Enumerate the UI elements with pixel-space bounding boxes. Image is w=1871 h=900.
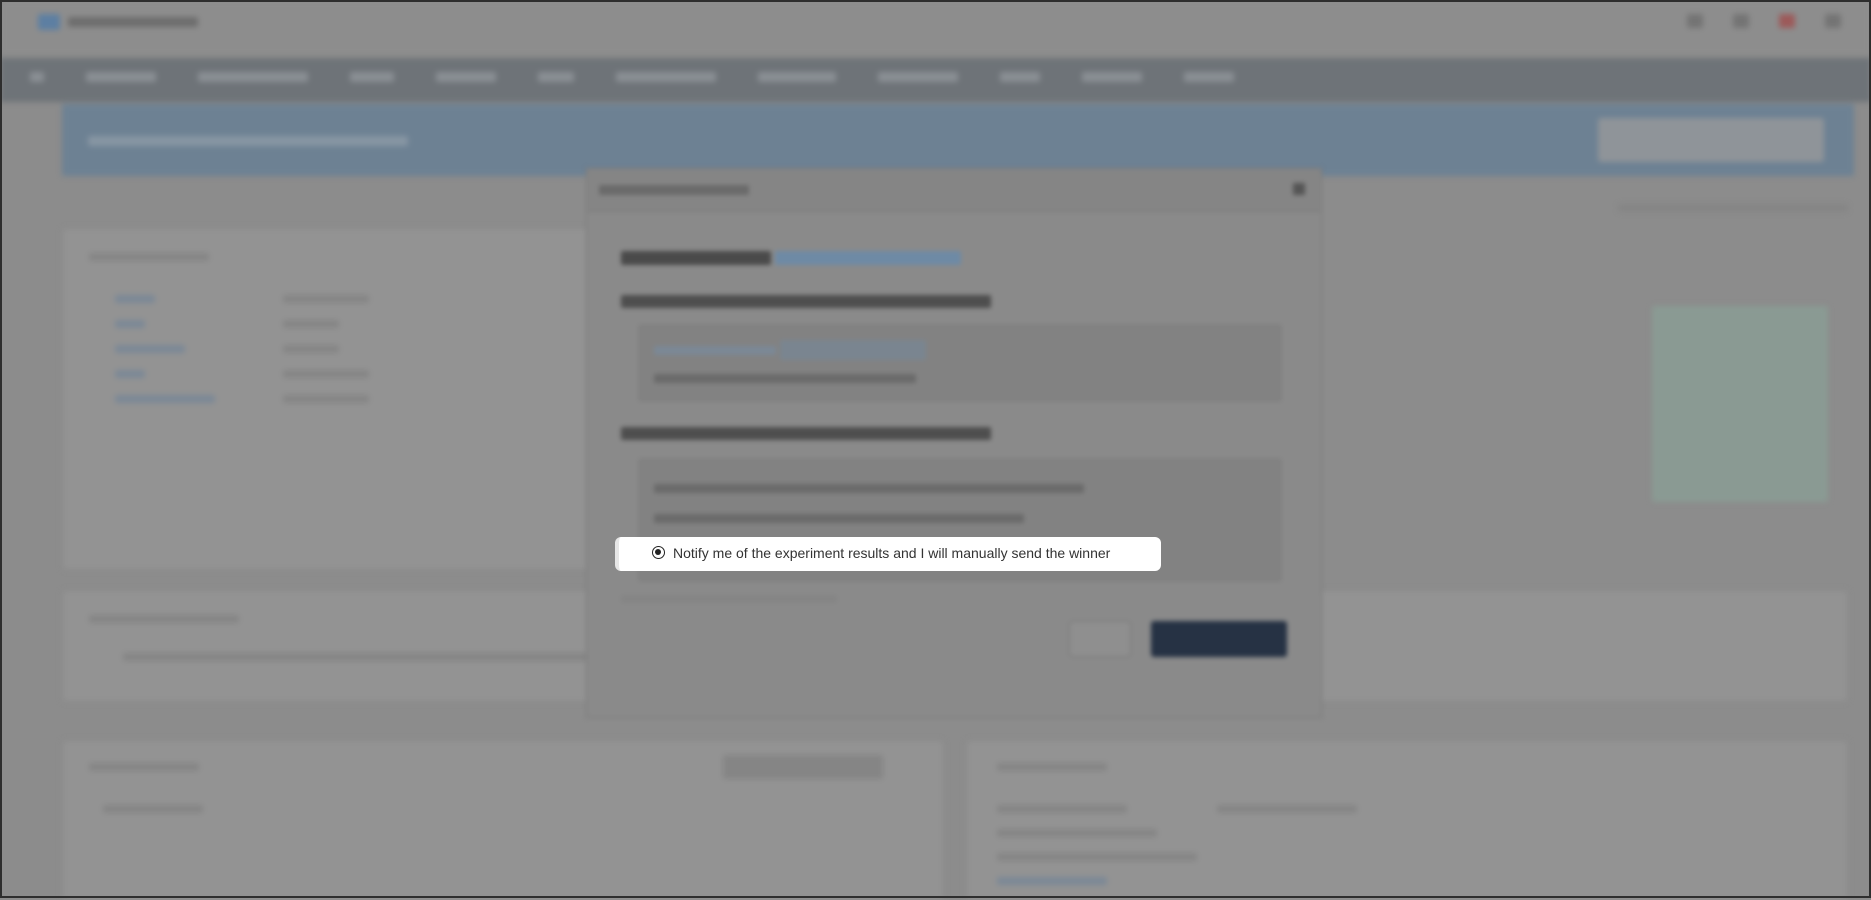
menu-icon xyxy=(1825,14,1841,28)
notify-manual-winner-option[interactable]: Notify me of the experiment results and … xyxy=(615,537,1161,571)
search-icon xyxy=(1687,14,1703,28)
nav-item xyxy=(538,72,574,82)
timezone-note xyxy=(621,595,837,603)
nav-item xyxy=(1184,72,1234,82)
help-icon xyxy=(1733,14,1749,28)
cancel-button[interactable] xyxy=(1069,621,1131,657)
last-updated-text xyxy=(1618,204,1848,212)
notify-manual-winner-label: Notify me of the experiment results and … xyxy=(673,545,1111,561)
experiment-name-link xyxy=(775,251,961,265)
nav-item xyxy=(878,72,958,82)
radio-button-selected-icon[interactable] xyxy=(652,546,665,559)
logo xyxy=(38,12,208,32)
info-banner xyxy=(62,104,1854,176)
details-card xyxy=(62,228,594,570)
step-1-box xyxy=(639,325,1281,401)
header-icons xyxy=(1687,14,1841,28)
nav-item xyxy=(758,72,836,82)
nav-item xyxy=(1082,72,1142,82)
top-header xyxy=(0,0,1871,56)
nav-item xyxy=(616,72,716,82)
close-icon[interactable] xyxy=(1293,183,1305,195)
nav-item xyxy=(198,72,308,82)
modal-header xyxy=(587,169,1321,212)
banner-button xyxy=(1598,118,1824,162)
schedule-experiment-modal xyxy=(586,168,1322,718)
nav-item xyxy=(86,72,156,82)
nav-item xyxy=(350,72,394,82)
step-2-heading xyxy=(621,427,991,440)
main-navigation xyxy=(0,58,1871,102)
home-icon xyxy=(30,72,44,82)
recipients-card xyxy=(62,740,944,900)
nav-item xyxy=(1000,72,1040,82)
stats-card xyxy=(966,740,1848,900)
notification-icon xyxy=(1779,14,1795,28)
schedule-button[interactable] xyxy=(1151,621,1287,657)
step-1-heading xyxy=(621,295,991,308)
nav-item xyxy=(436,72,496,82)
modal-title xyxy=(599,185,749,195)
send-time-select xyxy=(780,340,926,360)
map-thumbnail xyxy=(1652,306,1828,502)
experiment-name-label xyxy=(621,251,771,265)
